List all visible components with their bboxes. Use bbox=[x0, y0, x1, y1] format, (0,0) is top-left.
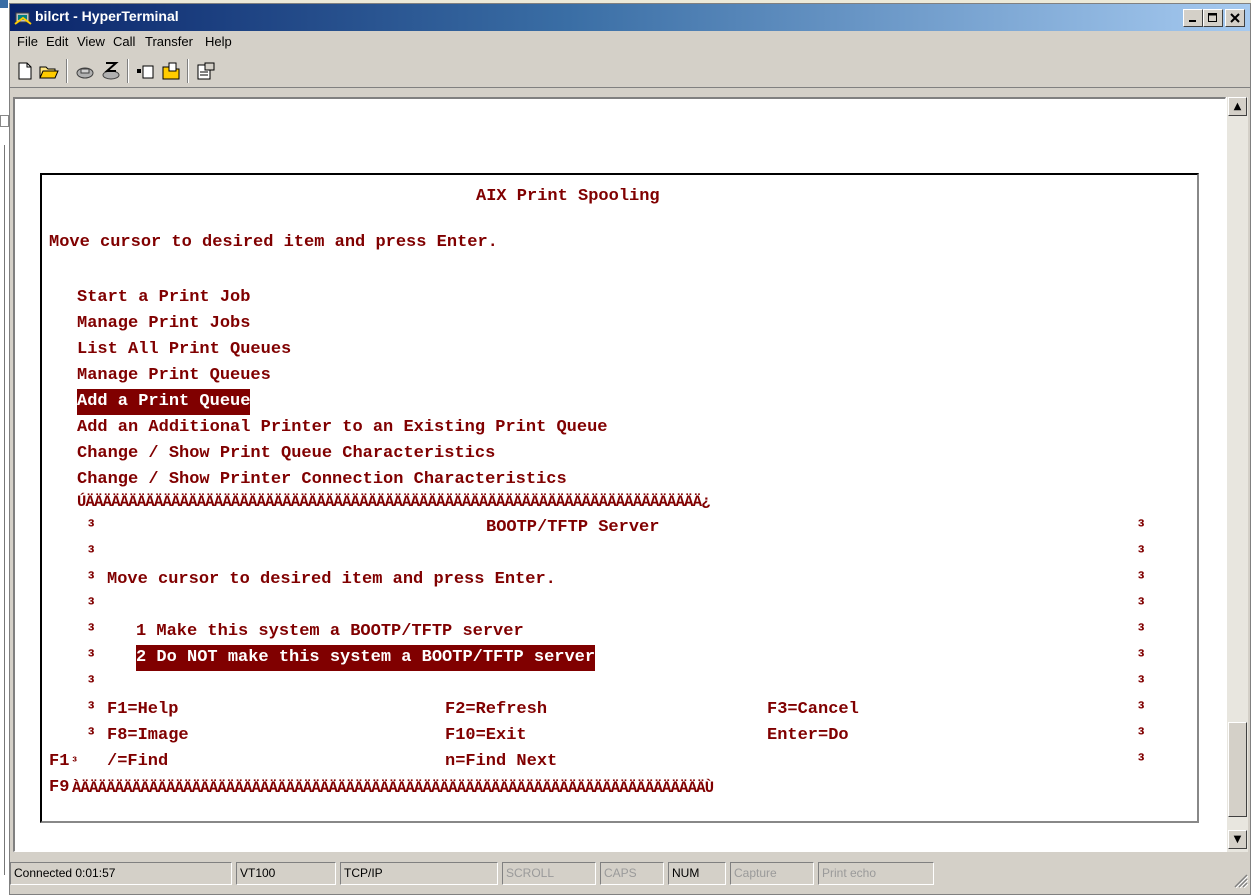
status-caps: CAPS bbox=[600, 862, 664, 885]
popup-side: ³ bbox=[1136, 518, 1147, 537]
popup-side: ³ bbox=[1136, 622, 1147, 641]
terminal-screen: AIX Print Spooling Move cursor to desire… bbox=[40, 173, 1199, 823]
properties-icon[interactable] bbox=[195, 60, 217, 82]
popup-side: ³ bbox=[86, 726, 97, 745]
popup-side: ³ bbox=[86, 518, 97, 537]
screen-instruction: Move cursor to desired item and press En… bbox=[49, 233, 498, 252]
menu-item-add-additional-printer[interactable]: Add an Additional Printer to an Existing… bbox=[77, 415, 608, 441]
toolbar-separator bbox=[127, 59, 129, 83]
close-icon bbox=[1230, 13, 1240, 23]
scroll-up-button[interactable]: ▲ bbox=[1228, 97, 1247, 116]
popup-side: ³ bbox=[86, 596, 97, 615]
menu-item-change-queue-characteristics[interactable]: Change / Show Print Queue Characteristic… bbox=[77, 441, 495, 467]
arrow-down-icon: ▼ bbox=[1233, 834, 1242, 845]
key-f10-exit[interactable]: F10=Exit bbox=[445, 723, 527, 749]
hyperterminal-window: bilcrt - HyperTerminal File Edit View Ca… bbox=[9, 3, 1251, 895]
menu-edit[interactable]: Edit bbox=[46, 34, 68, 49]
new-file-icon[interactable] bbox=[14, 60, 36, 82]
menu-item-manage-print-jobs[interactable]: Manage Print Jobs bbox=[77, 311, 250, 337]
popup-option-1[interactable]: 1 Make this system a BOOTP/TFTP server bbox=[136, 619, 524, 645]
window-title: bilcrt - HyperTerminal bbox=[35, 8, 179, 24]
key-find[interactable]: /=Find bbox=[107, 749, 168, 775]
background-window-icon bbox=[0, 0, 8, 8]
status-scroll: SCROLL bbox=[502, 862, 596, 885]
minimize-icon bbox=[1189, 20, 1196, 22]
screen-fkey-prefix: F9 bbox=[49, 778, 70, 797]
popup-side: ³ bbox=[1136, 726, 1147, 745]
menu-item-list-print-queues[interactable]: List All Print Queues bbox=[77, 337, 291, 363]
toolbar-separator bbox=[187, 59, 189, 83]
background-window-edge bbox=[0, 0, 9, 895]
dial-icon[interactable] bbox=[100, 60, 122, 82]
popup-side: ³ bbox=[1136, 674, 1147, 693]
menu-file[interactable]: File bbox=[17, 34, 38, 49]
popup-side: ³ bbox=[86, 622, 97, 641]
background-window-frame bbox=[0, 115, 9, 127]
bootp-popup: ÚÄÄÄÄÄÄÄÄÄÄÄÄÄÄÄÄÄÄÄÄÄÄÄÄÄÄÄÄÄÄÄÄÄÄÄÄÄÄÄ… bbox=[42, 489, 1182, 819]
open-folder-icon[interactable] bbox=[38, 60, 60, 82]
scrollbar-thumb[interactable] bbox=[1228, 722, 1247, 817]
key-f3-cancel[interactable]: F3=Cancel bbox=[767, 697, 859, 723]
popup-option-2[interactable]: 2 Do NOT make this system a BOOTP/TFTP s… bbox=[136, 645, 596, 671]
receive-icon[interactable] bbox=[160, 60, 182, 82]
popup-side: ³ bbox=[1136, 596, 1147, 615]
popup-top-border: ÚÄÄÄÄÄÄÄÄÄÄÄÄÄÄÄÄÄÄÄÄÄÄÄÄÄÄÄÄÄÄÄÄÄÄÄÄÄÄÄ… bbox=[77, 493, 711, 511]
key-enter-do[interactable]: Enter=Do bbox=[767, 723, 849, 749]
popup-side: ³ bbox=[86, 648, 97, 667]
vertical-scrollbar[interactable]: ▲ ▼ bbox=[1226, 97, 1248, 852]
toolbar bbox=[10, 53, 1250, 88]
popup-side: ³ bbox=[1136, 700, 1147, 719]
hyperterminal-icon bbox=[14, 9, 32, 27]
key-f2-refresh[interactable]: F2=Refresh bbox=[445, 697, 547, 723]
popup-side: ³ bbox=[86, 674, 97, 693]
disconnect-icon[interactable] bbox=[74, 60, 96, 82]
key-f8-image[interactable]: F8=Image bbox=[107, 723, 189, 749]
status-bar: Connected 0:01:57 VT100 TCP/IP SCROLL CA… bbox=[10, 860, 1250, 894]
resize-grip-icon[interactable] bbox=[1232, 872, 1249, 889]
arrow-up-icon: ▲ bbox=[1233, 101, 1242, 112]
maximize-button[interactable] bbox=[1203, 9, 1223, 27]
status-print-echo: Print echo bbox=[818, 862, 934, 885]
send-icon[interactable] bbox=[135, 60, 157, 82]
menu-transfer[interactable]: Transfer bbox=[145, 34, 193, 49]
screen-title: AIX Print Spooling bbox=[476, 187, 660, 206]
status-emulation: VT100 bbox=[236, 862, 336, 885]
popup-side: ³ bbox=[86, 544, 97, 563]
popup-title: BOOTP/TFTP Server bbox=[486, 518, 660, 537]
minimize-button[interactable] bbox=[1183, 9, 1203, 27]
scroll-down-button[interactable]: ▼ bbox=[1228, 830, 1247, 849]
popup-side: ³ bbox=[1136, 752, 1147, 771]
popup-instruction: Move cursor to desired item and press En… bbox=[107, 570, 556, 589]
status-capture: Capture bbox=[730, 862, 814, 885]
status-connected: Connected 0:01:57 bbox=[10, 862, 232, 885]
popup-side: ³ bbox=[1136, 648, 1147, 667]
key-f1-help[interactable]: F1=Help bbox=[107, 697, 178, 723]
toolbar-separator bbox=[66, 59, 68, 83]
status-protocol: TCP/IP bbox=[340, 862, 498, 885]
maximize-icon bbox=[1208, 13, 1217, 22]
menu-item-start-print-job[interactable]: Start a Print Job bbox=[77, 285, 250, 311]
menu-view[interactable]: View bbox=[77, 34, 105, 49]
menu-item-manage-print-queues[interactable]: Manage Print Queues bbox=[77, 363, 271, 389]
popup-bottom-border: ÀÄÄÄÄÄÄÄÄÄÄÄÄÄÄÄÄÄÄÄÄÄÄÄÄÄÄÄÄÄÄÄÄÄÄÄÄÄÄÄ… bbox=[72, 779, 714, 797]
popup-side: ³ bbox=[86, 570, 97, 589]
menu-bar: File Edit View Call Transfer Help bbox=[10, 31, 1250, 54]
terminal-area[interactable]: AIX Print Spooling Move cursor to desire… bbox=[13, 97, 1226, 852]
status-num: NUM bbox=[668, 862, 726, 885]
menu-item-add-print-queue[interactable]: Add a Print Queue bbox=[77, 389, 251, 415]
key-find-next[interactable]: n=Find Next bbox=[445, 749, 557, 775]
popup-side: ³ bbox=[1136, 570, 1147, 589]
title-bar[interactable]: bilcrt - HyperTerminal bbox=[10, 4, 1250, 31]
popup-side: ³ bbox=[86, 700, 97, 719]
screen-fkey-prefix: F1 bbox=[49, 752, 70, 771]
popup-side: ³ bbox=[1136, 544, 1147, 563]
menu-help[interactable]: Help bbox=[205, 34, 232, 49]
popup-side: ³ bbox=[71, 755, 79, 769]
close-button[interactable] bbox=[1225, 9, 1245, 27]
menu-call[interactable]: Call bbox=[113, 34, 135, 49]
